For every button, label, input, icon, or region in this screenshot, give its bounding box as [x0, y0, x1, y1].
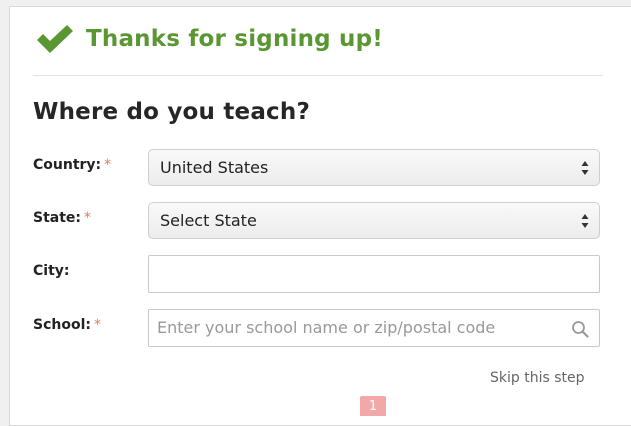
- country-select-value: United States: [160, 158, 269, 177]
- divider: [33, 75, 603, 76]
- school-label-text: School:: [33, 317, 91, 333]
- school-input-placeholder: Enter your school name or zip/postal cod…: [157, 318, 496, 337]
- required-marker: *: [93, 317, 101, 333]
- page-badge: 1: [360, 396, 386, 416]
- required-marker: *: [104, 157, 112, 173]
- state-label-text: State:: [33, 210, 82, 226]
- checkmark-icon: [37, 25, 73, 53]
- school-input[interactable]: Enter your school name or zip/postal cod…: [148, 309, 600, 347]
- required-marker: *: [84, 210, 92, 226]
- country-label-text: Country:: [33, 157, 102, 173]
- country-label: Country: *: [33, 157, 111, 173]
- city-label-text: City:: [33, 263, 70, 279]
- success-header: Thanks for signing up!: [34, 22, 383, 56]
- state-label: State: *: [33, 210, 91, 226]
- form-heading: Where do you teach?: [33, 99, 311, 125]
- search-icon[interactable]: [571, 320, 589, 338]
- state-select-value: Select State: [160, 211, 257, 230]
- skip-step-link[interactable]: Skip this step: [490, 370, 585, 386]
- success-title: Thanks for signing up!: [86, 26, 383, 52]
- school-label: School: *: [33, 317, 101, 333]
- city-label: City:: [33, 263, 70, 279]
- city-input[interactable]: [148, 255, 600, 293]
- select-arrows-icon: [581, 214, 589, 228]
- country-select[interactable]: United States: [148, 149, 600, 186]
- select-arrows-icon: [581, 161, 589, 175]
- state-select[interactable]: Select State: [148, 202, 600, 239]
